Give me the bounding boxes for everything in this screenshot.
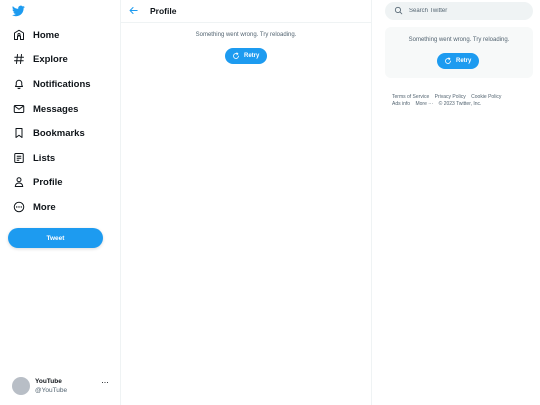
back-arrow-icon[interactable]	[128, 5, 139, 16]
twitter-logo-icon[interactable]	[12, 5, 25, 17]
search-input[interactable]	[409, 4, 527, 18]
page-title: Profile	[150, 6, 177, 16]
tweet-button[interactable]: Tweet	[8, 228, 103, 248]
privacy-link[interactable]: Privacy Policy	[435, 94, 466, 100]
account-name: YouTube	[35, 378, 62, 385]
copyright-text: © 2023 Twitter, Inc.	[438, 101, 482, 107]
nav-label-profile: Profile	[33, 176, 63, 188]
refresh-icon	[445, 57, 451, 64]
bookmark-icon	[15, 128, 23, 138]
nav-label-explore: Explore	[33, 53, 68, 65]
envelope-icon	[13, 105, 25, 113]
main-column: Profile Something went wrong. Try reload…	[120, 0, 372, 405]
more-dots-icon[interactable]: ···	[101, 377, 109, 387]
sidebar-nav: Home Explore Notifications Messages Book…	[0, 0, 120, 405]
nav-label-bookmarks: Bookmarks	[33, 127, 85, 139]
nav-label-more: More	[33, 201, 56, 213]
account-switcher[interactable]: YouTube @YouTube ···	[12, 376, 112, 396]
nav-label-notifications: Notifications	[33, 78, 91, 90]
nav-item-notifications[interactable]: Notifications	[13, 74, 91, 94]
main-header: Profile	[121, 0, 371, 23]
hashtag-icon	[14, 54, 24, 64]
retry-label: Retry	[244, 53, 260, 59]
right-sidebar: Something went wrong. Try reloading. Ret…	[372, 0, 540, 405]
card-retry-button[interactable]: Retry	[437, 53, 480, 69]
search-icon	[394, 6, 403, 15]
nav-item-more[interactable]: More	[13, 197, 56, 217]
home-icon	[14, 29, 24, 40]
cookie-link[interactable]: Cookie Policy	[471, 94, 501, 100]
avatar	[12, 377, 30, 395]
footer-links: Terms of Service Privacy Policy Cookie P…	[392, 94, 532, 108]
nav-item-bookmarks[interactable]: Bookmarks	[13, 123, 85, 143]
account-handle: @YouTube	[35, 387, 68, 394]
retry-button[interactable]: Retry	[225, 48, 268, 64]
ads-info-link[interactable]: Ads info	[392, 101, 410, 107]
nav-label-home: Home	[33, 29, 60, 41]
card-retry-label: Retry	[456, 58, 472, 64]
nav-label-messages: Messages	[33, 103, 79, 115]
error-card: Something went wrong. Try reloading. Ret…	[385, 27, 533, 78]
refresh-icon	[233, 52, 239, 59]
error-message: Something went wrong. Try reloading.	[195, 32, 297, 38]
bell-icon	[15, 79, 23, 90]
nav-item-messages[interactable]: Messages	[13, 99, 78, 119]
terms-link[interactable]: Terms of Service	[392, 94, 429, 100]
nav-label-lists: Lists	[33, 152, 56, 164]
more-circle-icon	[13, 201, 25, 213]
list-icon	[14, 153, 24, 163]
search-box[interactable]	[385, 2, 533, 20]
person-icon	[14, 177, 24, 187]
nav-item-home[interactable]: Home	[13, 25, 59, 45]
more-link[interactable]: More ···	[415, 101, 433, 107]
nav-item-explore[interactable]: Explore	[13, 49, 68, 69]
nav-item-lists[interactable]: Lists	[13, 148, 55, 168]
nav-item-profile[interactable]: Profile	[13, 172, 63, 192]
card-error-message: Something went wrong. Try reloading.	[408, 37, 510, 43]
